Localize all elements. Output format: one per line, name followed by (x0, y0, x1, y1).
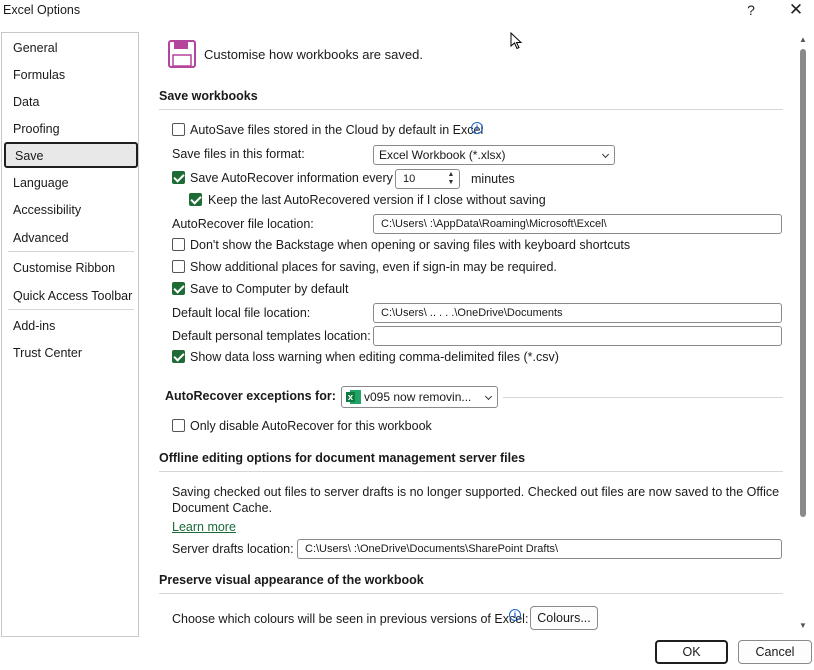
mouse-cursor-icon (510, 32, 523, 50)
sidebar-item-save[interactable]: Save (4, 142, 138, 168)
server-drafts-label: Server drafts location: (172, 542, 294, 556)
spin-up-icon[interactable]: ▲ (447, 171, 455, 179)
default-local-location-input[interactable]: C:\Users\ .. . . .\OneDrive\Documents (373, 303, 782, 323)
autosave-checkbox[interactable] (172, 123, 185, 136)
scroll-thumb[interactable] (800, 49, 806, 517)
autorecover-location-label: AutoRecover file location: (172, 217, 314, 231)
save-format-value: Excel Workbook (*.xlsx) (379, 148, 506, 162)
sidebar-item-proofing[interactable]: Proofing (13, 120, 60, 138)
svg-text:X: X (348, 394, 354, 402)
autorecover-workbook-value: v095 now removin... (364, 390, 472, 404)
autorecover-workbook-dropdown[interactable]: X v095 now removin... (341, 386, 498, 408)
minutes-label: minutes (471, 172, 515, 186)
floppy-disk-icon (168, 40, 196, 68)
colours-label: Choose which colours will be seen in pre… (172, 612, 529, 626)
save-to-computer-label: Save to Computer by default (190, 282, 349, 296)
page-description: Customise how workbooks are saved. (204, 47, 423, 62)
colours-button[interactable]: Colours... (530, 606, 598, 630)
save-format-label: Save files in this format: (172, 147, 305, 161)
close-button[interactable]: ✕ (782, 0, 810, 20)
section-divider (159, 471, 783, 472)
sidebar-item-trust-center[interactable]: Trust Center (13, 344, 82, 362)
sidebar-item-data[interactable]: Data (13, 93, 39, 111)
info-icon[interactable]: i (509, 609, 521, 621)
save-format-dropdown[interactable]: Excel Workbook (*.xlsx) (373, 145, 615, 165)
options-sidebar: General Formulas Data Proofing Save Lang… (1, 32, 139, 637)
title-bar: Excel Options ? ✕ (0, 0, 814, 22)
default-templates-location-input[interactable] (373, 326, 782, 346)
autorecover-minutes-value: 10 (403, 173, 416, 185)
vertical-scrollbar[interactable]: ▲ ▼ (796, 32, 810, 637)
only-disable-autorecover-label: Only disable AutoRecover for this workbo… (190, 419, 432, 433)
sidebar-item-language[interactable]: Language (13, 174, 69, 192)
sidebar-divider (8, 309, 134, 310)
autorecover-label: Save AutoRecover information every (190, 171, 393, 185)
window-title: Excel Options (3, 3, 81, 17)
sidebar-item-quick-access-toolbar[interactable]: Quick Access Toolbar (13, 287, 132, 305)
cancel-button[interactable]: Cancel (738, 640, 812, 664)
learn-more-link[interactable]: Learn more (172, 520, 236, 534)
save-options-panel: Customise how workbooks are saved. Save … (140, 32, 796, 637)
autorecover-exceptions-label: AutoRecover exceptions for: (165, 389, 336, 403)
section-heading-offline-editing: Offline editing options for document man… (159, 451, 526, 465)
autosave-label: AutoSave files stored in the Cloud by de… (190, 123, 484, 137)
sidebar-divider (8, 251, 134, 252)
sidebar-item-formulas[interactable]: Formulas (13, 66, 65, 84)
data-loss-warning-label: Show data loss warning when editing comm… (190, 350, 559, 364)
data-loss-warning-checkbox[interactable] (172, 350, 185, 363)
chevron-down-icon (484, 392, 493, 401)
dont-show-backstage-checkbox[interactable] (172, 238, 185, 251)
ok-button[interactable]: OK (655, 640, 728, 664)
dont-show-backstage-label: Don't show the Backstage when opening or… (190, 238, 631, 252)
info-icon[interactable]: i (471, 122, 483, 134)
keep-last-autorecovered-label: Keep the last AutoRecovered version if I… (208, 193, 546, 207)
default-templates-location-label: Default personal templates location: (172, 329, 371, 343)
offline-notice-line2: Document Cache. (172, 501, 273, 515)
scroll-down-icon[interactable]: ▼ (798, 621, 808, 631)
section-heading-preserve-visual: Preserve visual appearance of the workbo… (159, 573, 424, 587)
sidebar-item-general[interactable]: General (13, 39, 57, 57)
help-button[interactable]: ? (737, 0, 765, 20)
section-divider (159, 593, 783, 594)
spin-down-icon[interactable]: ▼ (447, 179, 455, 187)
chevron-down-icon (601, 150, 610, 159)
excel-file-icon: X (346, 390, 361, 404)
section-heading-save-workbooks: Save workbooks (159, 89, 258, 103)
autorecover-minutes-stepper[interactable]: 10 ▲ ▼ (395, 169, 460, 189)
save-to-computer-checkbox[interactable] (172, 282, 185, 295)
autorecover-location-input[interactable]: C:\Users\ :\AppData\Roaming\Microsoft\Ex… (373, 214, 782, 234)
autorecover-checkbox[interactable] (172, 171, 185, 184)
sidebar-item-advanced[interactable]: Advanced (13, 229, 69, 247)
offline-notice-line1: Saving checked out files to server draft… (172, 485, 780, 499)
section-divider (503, 397, 783, 398)
show-additional-places-label: Show additional places for saving, even … (190, 260, 557, 274)
keep-last-autorecovered-checkbox[interactable] (189, 193, 202, 206)
scroll-up-icon[interactable]: ▲ (798, 35, 808, 45)
sidebar-item-add-ins[interactable]: Add-ins (13, 317, 55, 335)
server-drafts-location-input[interactable]: C:\Users\ :\OneDrive\Documents\SharePoin… (297, 539, 782, 559)
sidebar-item-accessibility[interactable]: Accessibility (13, 201, 81, 219)
only-disable-autorecover-checkbox[interactable] (172, 419, 185, 432)
show-additional-places-checkbox[interactable] (172, 260, 185, 273)
sidebar-item-customise-ribbon[interactable]: Customise Ribbon (13, 259, 115, 277)
default-local-location-label: Default local file location: (172, 306, 311, 320)
section-divider (159, 109, 783, 110)
